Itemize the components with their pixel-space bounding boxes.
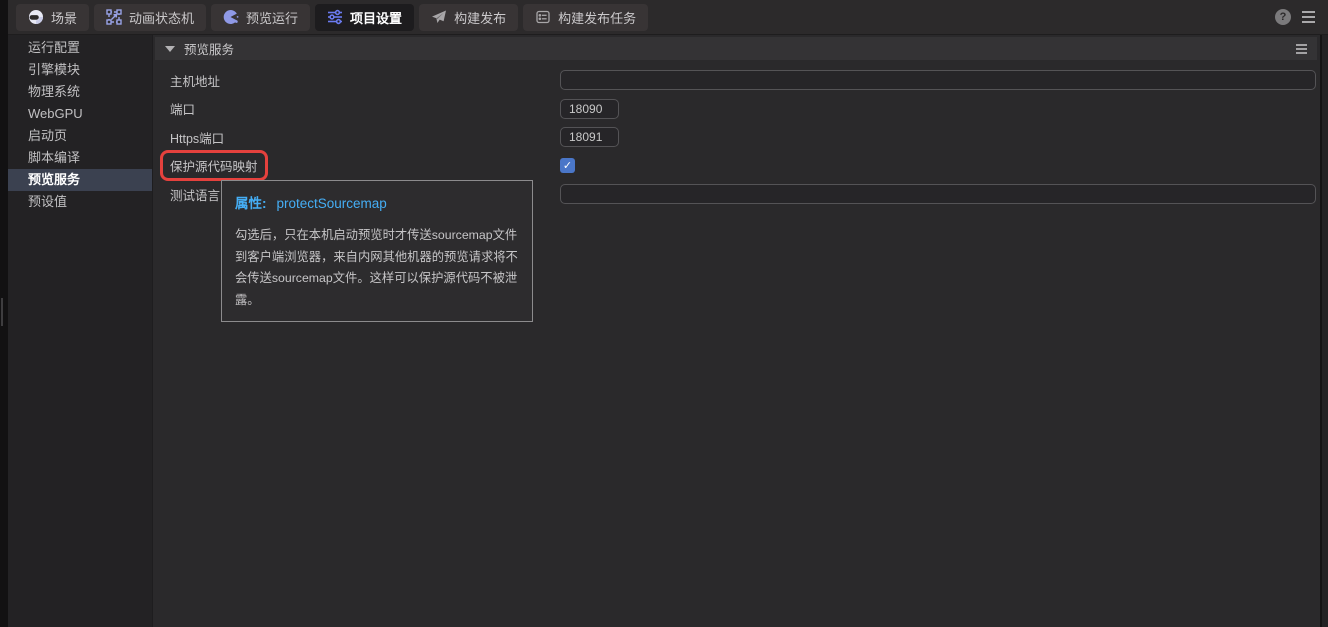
help-icon[interactable]: ? bbox=[1275, 9, 1291, 25]
panel-resize-handle[interactable] bbox=[1, 298, 3, 326]
tab-scene[interactable]: 场景 bbox=[16, 4, 89, 31]
host-address-input[interactable] bbox=[560, 70, 1316, 90]
tooltip-title: 属性: protectSourcemap bbox=[235, 192, 519, 212]
section-header-preview-service[interactable]: 预览服务 bbox=[155, 37, 1317, 60]
tab-label: 项目设置 bbox=[350, 8, 402, 27]
tab-label: 动画状态机 bbox=[129, 8, 194, 27]
https-port-input[interactable] bbox=[560, 127, 619, 147]
scrollbar-track bbox=[1320, 35, 1328, 627]
test-language-input[interactable] bbox=[560, 184, 1316, 204]
field-row-port: 端口 bbox=[153, 95, 1320, 124]
sidebar-item-script-compile[interactable]: 脚本编译 bbox=[8, 147, 152, 169]
tab-animation-state-machine[interactable]: 动画状态机 bbox=[94, 4, 206, 31]
field-label: Https端口 bbox=[170, 128, 560, 147]
section-menu-icon[interactable] bbox=[1296, 44, 1307, 54]
sidebar-item-startup-page[interactable]: 启动页 bbox=[8, 125, 152, 147]
field-label: 端口 bbox=[170, 99, 560, 118]
tab-label: 构建发布任务 bbox=[558, 8, 636, 27]
protect-sourcemap-checkbox[interactable]: ✓ bbox=[560, 158, 575, 173]
field-row-https-port: Https端口 bbox=[153, 123, 1320, 152]
tab-label: 预览运行 bbox=[246, 8, 298, 27]
settings-panel: 预览服务 主机地址 端口 Https端口 保护源代码映射 bbox=[153, 35, 1320, 627]
window-left-edge bbox=[0, 0, 8, 627]
tab-project-settings[interactable]: 项目设置 bbox=[315, 4, 414, 31]
scene-helmet-icon bbox=[28, 9, 44, 25]
sliders-icon bbox=[327, 9, 343, 25]
tab-preview-run[interactable]: 预览运行 bbox=[211, 4, 310, 31]
tooltip-title-prefix: 属性: bbox=[235, 196, 267, 211]
chevron-down-icon[interactable] bbox=[165, 46, 175, 52]
red-highlight-annotation: 保护源代码映射 bbox=[160, 150, 268, 181]
tab-label: 构建发布 bbox=[454, 8, 506, 27]
tab-build-publish-tasks[interactable]: 构建发布任务 bbox=[523, 4, 648, 31]
sidebar-item-presets[interactable]: 预设值 bbox=[8, 191, 152, 213]
sidebar-item-engine-modules[interactable]: 引擎模块 bbox=[8, 59, 152, 81]
state-machine-icon bbox=[106, 9, 122, 25]
settings-sidebar: 运行配置 引擎模块 物理系统 WebGPU 启动页 脚本编译 预览服务 预设值 bbox=[8, 35, 153, 627]
preview-run-icon bbox=[223, 9, 239, 25]
property-tooltip: 属性: protectSourcemap 勾选后，只在本机启动预览时才传送sour… bbox=[221, 180, 533, 322]
main-menu-icon[interactable] bbox=[1302, 11, 1315, 23]
tab-label: 场景 bbox=[51, 8, 77, 27]
tab-build-publish[interactable]: 构建发布 bbox=[419, 4, 518, 31]
sidebar-item-preview-service[interactable]: 预览服务 bbox=[8, 169, 152, 191]
field-label: 保护源代码映射 bbox=[170, 160, 258, 174]
sidebar-item-physics[interactable]: 物理系统 bbox=[8, 81, 152, 103]
sidebar-item-webgpu[interactable]: WebGPU bbox=[8, 103, 152, 125]
port-input[interactable] bbox=[560, 99, 619, 119]
field-row-host-address: 主机地址 bbox=[153, 66, 1320, 95]
tooltip-property-name: protectSourcemap bbox=[277, 196, 387, 211]
check-icon: ✓ bbox=[563, 159, 572, 172]
section-title: 预览服务 bbox=[184, 39, 234, 58]
sidebar-item-run-config[interactable]: 运行配置 bbox=[8, 37, 152, 59]
paper-plane-icon bbox=[431, 9, 447, 25]
tooltip-description: 勾选后，只在本机启动预览时才传送sourcemap文件到客户端浏览器，来自内网其… bbox=[235, 225, 519, 311]
field-label: 主机地址 bbox=[170, 71, 560, 90]
field-row-protect-sourcemap: 保护源代码映射 ✓ bbox=[153, 152, 1320, 181]
topbar-actions: ? bbox=[1275, 9, 1328, 25]
top-tab-bar: 场景 动画状态机 预览运行 bbox=[8, 0, 1328, 35]
task-list-icon bbox=[535, 9, 551, 25]
